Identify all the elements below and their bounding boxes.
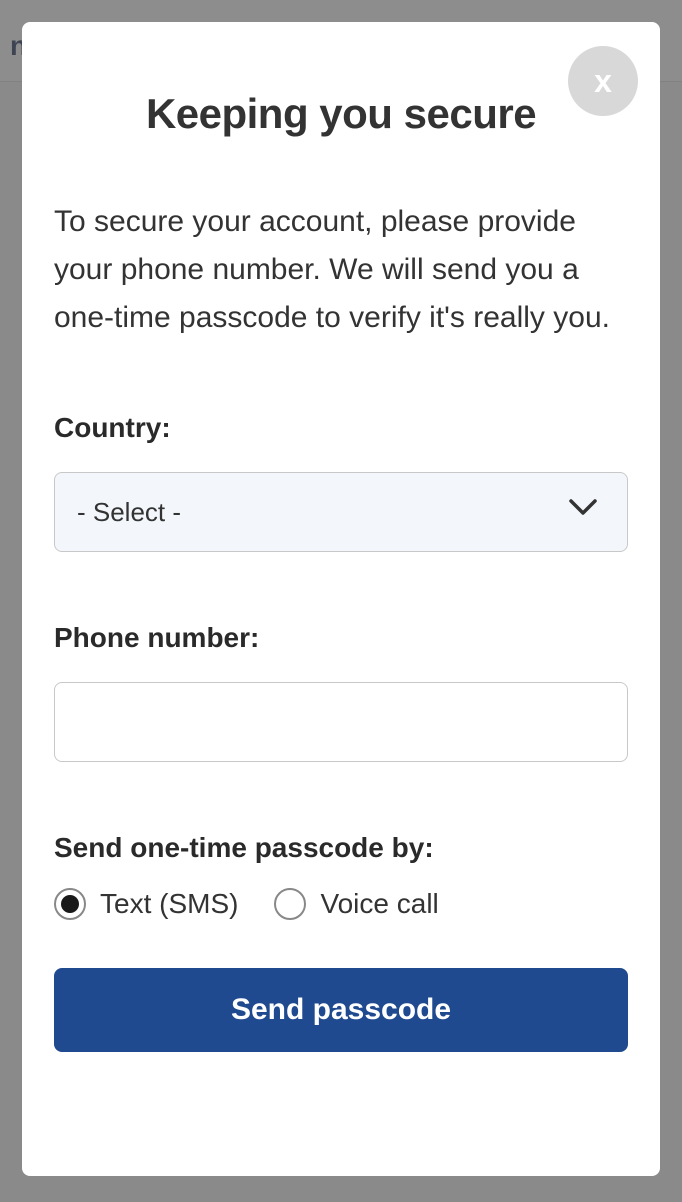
delivery-radio-group: Text (SMS) Voice call (54, 888, 628, 920)
radio-icon (54, 888, 86, 920)
radio-option-sms[interactable]: Text (SMS) (54, 888, 238, 920)
delivery-method-label: Send one-time passcode by: (54, 832, 628, 864)
radio-icon (274, 888, 306, 920)
country-select-wrap: - Select - (54, 472, 628, 552)
security-modal: x Keeping you secure To secure your acco… (22, 22, 660, 1176)
modal-description: To secure your account, please provide y… (54, 198, 628, 342)
modal-title: Keeping you secure (54, 90, 628, 138)
send-passcode-button[interactable]: Send passcode (54, 968, 628, 1052)
radio-label-sms: Text (SMS) (100, 888, 238, 920)
phone-input[interactable] (54, 682, 628, 762)
phone-label: Phone number: (54, 622, 628, 654)
country-label: Country: (54, 412, 628, 444)
send-passcode-label: Send passcode (231, 993, 451, 1026)
radio-option-voice[interactable]: Voice call (274, 888, 438, 920)
country-select[interactable]: - Select - (54, 472, 628, 552)
close-icon: x (594, 63, 612, 100)
radio-label-voice: Voice call (320, 888, 438, 920)
close-button[interactable]: x (568, 46, 638, 116)
